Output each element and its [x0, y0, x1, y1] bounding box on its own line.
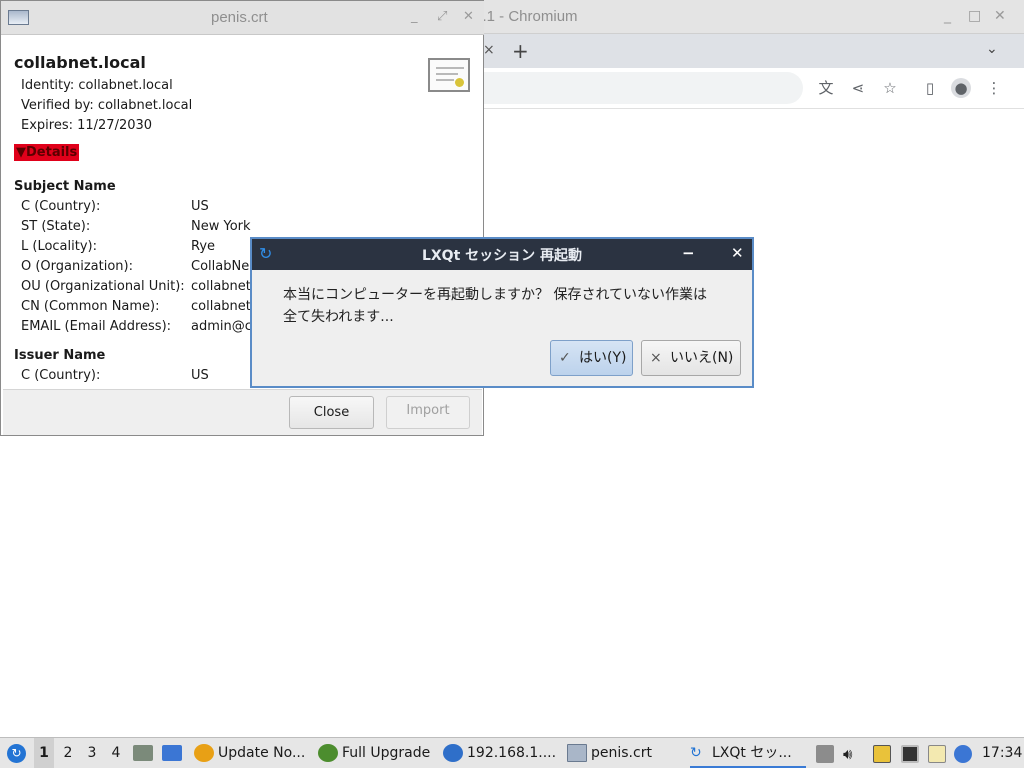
update-notifier-icon — [194, 744, 214, 762]
field-label: L (Locality): — [21, 239, 97, 254]
desktop-icon — [162, 745, 182, 761]
desktop-switch-2[interactable]: 2 — [58, 738, 78, 768]
desktop-switch-3[interactable]: 3 — [82, 738, 102, 768]
field-label: CN (Common Name): — [21, 299, 160, 314]
tab-search-icon[interactable]: ⌄ — [986, 41, 998, 57]
checkmark-icon: ✓ — [559, 350, 571, 366]
eject-icon[interactable] — [816, 745, 834, 763]
field-value: admin@c — [191, 319, 252, 334]
minimize-icon[interactable]: _ — [411, 9, 418, 24]
desktop-switch-4[interactable]: 4 — [106, 738, 126, 768]
address-bar[interactable] — [483, 72, 803, 104]
no-button[interactable]: × いいえ(N) — [641, 340, 741, 376]
cert-button-bar: Close Import — [3, 389, 482, 435]
field-label: EMAIL (Email Address): — [21, 319, 172, 334]
profile-avatar-icon[interactable]: ● — [951, 78, 971, 98]
details-expander[interactable]: ▼Details — [14, 144, 80, 161]
lxqt-logo-icon: ↻ — [7, 744, 26, 763]
notes-icon[interactable] — [928, 745, 946, 763]
chromium-title: .1.1 - Chromium — [470, 8, 578, 25]
task-label: Full Upgrade — [342, 745, 431, 761]
subject-name-heading: Subject Name — [14, 179, 116, 194]
close-icon[interactable]: ✕ — [463, 9, 474, 24]
field-label: ST (State): — [21, 219, 91, 234]
clipboard-icon[interactable] — [873, 745, 891, 763]
close-icon[interactable]: ✕ — [731, 244, 744, 262]
bookmark-star-icon[interactable]: ☆ — [880, 78, 900, 98]
cert-window-title: penis.crt — [211, 9, 268, 26]
close-button[interactable]: Close — [289, 396, 374, 429]
certificate-icon — [428, 58, 470, 92]
minimize-icon[interactable]: − — [682, 244, 695, 262]
tab-close-icon[interactable]: × — [483, 42, 495, 58]
field-label: C (Country): — [21, 368, 101, 383]
cross-icon: × — [650, 350, 662, 366]
file-manager-launcher[interactable] — [133, 738, 155, 768]
field-value: New York — [191, 219, 251, 234]
gear-icon — [318, 744, 338, 762]
yes-button-label: はい(Y) — [579, 350, 627, 366]
field-label: OU (Organizational Unit): — [21, 279, 185, 294]
side-panel-icon[interactable]: ▯ — [920, 78, 940, 98]
network-icon[interactable] — [901, 745, 919, 763]
maximize-icon[interactable]: ⤢ — [437, 9, 447, 24]
field-label: C (Country): — [21, 199, 101, 214]
cert-identity: Identity: collabnet.local — [21, 78, 173, 93]
task-chromium[interactable]: 192.168.1.... — [443, 738, 559, 768]
field-value: CollabNe — [191, 259, 250, 274]
cert-verified-by: Verified by: collabnet.local — [21, 98, 193, 113]
field-value: Rye — [191, 239, 216, 254]
task-penis-crt[interactable]: penis.crt — [567, 738, 683, 768]
window-icon — [8, 10, 29, 25]
issuer-name-heading: Issuer Name — [14, 348, 106, 363]
task-lxqt-session[interactable]: ↻ LXQt セッ... — [690, 738, 806, 768]
task-label: 192.168.1.... — [467, 745, 557, 761]
chromium-icon — [443, 744, 463, 762]
show-desktop-launcher[interactable] — [162, 738, 184, 768]
new-tab-button[interactable]: + — [512, 39, 529, 63]
taskbar: ↻ 1 2 3 4 Update No... Full Upgrade 192.… — [0, 737, 1024, 768]
task-label: LXQt セッ... — [712, 745, 792, 761]
field-value: collabnet — [191, 299, 251, 314]
lxqt-icon: ↻ — [690, 745, 702, 761]
desktop-switch-1[interactable]: 1 — [34, 738, 54, 768]
volume-icon[interactable]: 🔊︎ — [843, 745, 861, 763]
field-label: O (Organization): — [21, 259, 133, 274]
application-menu-button[interactable]: ↻ — [4, 738, 28, 768]
message-line: 全て失われます... — [283, 309, 394, 325]
task-full-upgrade[interactable]: Full Upgrade — [318, 738, 434, 768]
task-update-notifier[interactable]: Update No... — [194, 738, 310, 768]
close-icon[interactable]: ✕ — [994, 8, 1006, 24]
translate-icon[interactable]: 文 — [816, 78, 836, 98]
window-icon — [567, 744, 587, 762]
yes-button[interactable]: ✓ はい(Y) — [550, 340, 633, 376]
dialog-titlebar[interactable]: ↻ LXQt セッション 再起動 − ✕ — [252, 239, 752, 270]
clock[interactable]: 17:34 — [982, 738, 1022, 768]
more-menu-icon[interactable]: ⋮ — [984, 78, 1004, 98]
message-line: 本当にコンピューターを再起動しますか？ 保存されていない作業は — [283, 287, 708, 303]
field-value: US — [191, 368, 209, 383]
restart-confirm-dialog: ↻ LXQt セッション 再起動 − ✕ 本当にコンピューターを再起動しますか？… — [250, 237, 754, 388]
import-button[interactable]: Import — [386, 396, 470, 429]
share-icon[interactable]: ⋖ — [848, 78, 868, 98]
dialog-message: 本当にコンピューターを再起動しますか？ 保存されていない作業は 全て失われます.… — [283, 284, 743, 328]
cert-titlebar[interactable]: penis.crt _ ⤢ ✕ — [1, 1, 484, 35]
minimize-icon[interactable]: _ — [944, 8, 951, 24]
file-manager-icon — [133, 745, 153, 761]
updates-icon[interactable] — [954, 745, 972, 763]
dialog-title: LXQt セッション 再起動 — [421, 248, 583, 264]
field-value: collabnet — [191, 279, 251, 294]
no-button-label: いいえ(N) — [670, 350, 734, 366]
field-value: US — [191, 199, 209, 214]
task-label: Update No... — [218, 745, 306, 761]
cert-expires: Expires: 11/27/2030 — [21, 118, 153, 133]
cert-common-name: collabnet.local — [14, 53, 146, 72]
task-label: penis.crt — [591, 745, 652, 761]
maximize-icon[interactable]: □ — [968, 8, 981, 24]
